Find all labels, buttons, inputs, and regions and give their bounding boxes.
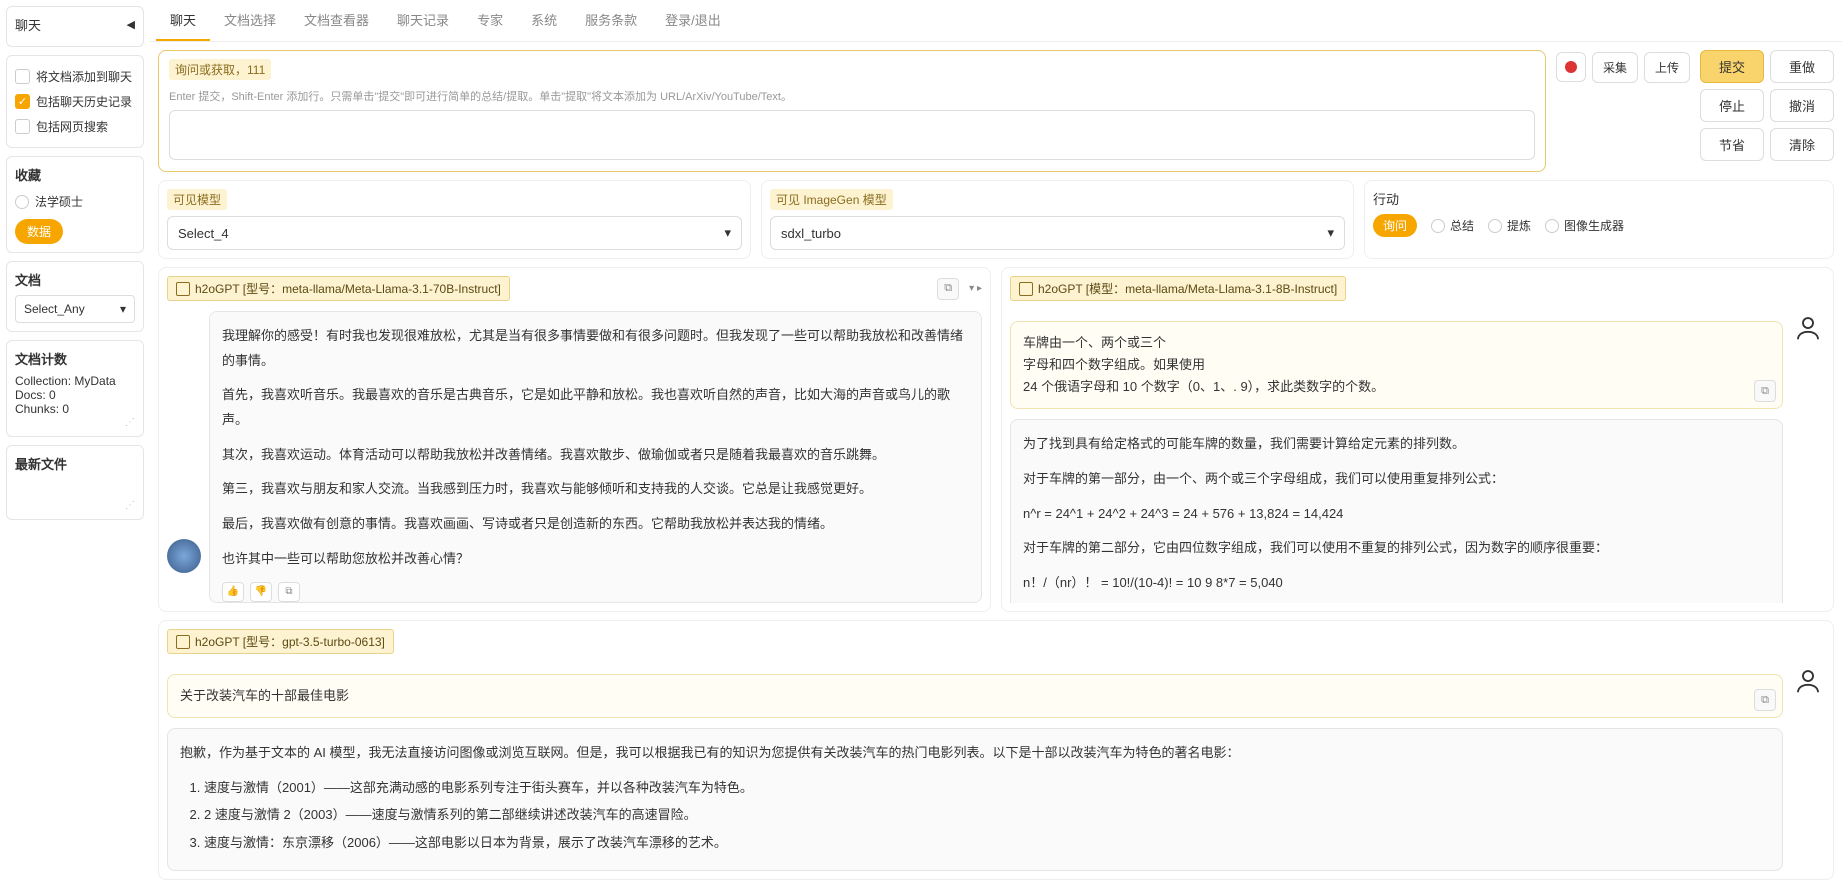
redo-button[interactable]: 重做 (1770, 50, 1834, 83)
resize-handle[interactable]: ⋰ (15, 416, 135, 428)
main-tabs: 聊天 文档选择 文档查看器 聊天记录 专家 系统 服务条款 登录/退出 (150, 0, 1842, 42)
save-button[interactable]: 节省 (1700, 128, 1764, 161)
radio-llm[interactable]: 法学硕士 (15, 190, 135, 213)
model-tag-2: h2oGPT [模型：meta-llama/Meta-Llama-3.1-8B-… (1010, 276, 1346, 301)
tab-doc-select[interactable]: 文档选择 (210, 0, 290, 41)
thumbs-up-icon[interactable]: 👍 (222, 582, 244, 602)
main-input[interactable] (169, 110, 1535, 160)
copy-icon[interactable]: ⧉ (1754, 689, 1776, 711)
imagegen-select[interactable]: sdxl_turbo▾ (770, 216, 1345, 250)
chat-panel-1: h2oGPT [型号：meta-llama/Meta-Llama-3.1-70B… (158, 267, 991, 612)
action-ask[interactable]: 询问 (1373, 214, 1417, 237)
actions-label: 行动 (1373, 192, 1399, 207)
doc-count-title: 文档计数 (15, 349, 135, 368)
tab-chat-history[interactable]: 聊天记录 (383, 0, 463, 41)
chunks-line: Chunks: 0 (15, 402, 135, 416)
stop-button[interactable]: 停止 (1700, 89, 1764, 122)
chevron-down-icon: ▾ (724, 225, 731, 241)
docs-line: Docs: 0 (15, 388, 135, 402)
visible-model-select[interactable]: Select_4▾ (167, 216, 742, 250)
docs-title: 文档 (15, 270, 135, 289)
copy-icon[interactable]: ⧉ (1754, 380, 1776, 402)
user-avatar (1791, 664, 1825, 698)
clear-button[interactable]: 清除 (1770, 128, 1834, 161)
collect-button[interactable]: 采集 (1592, 52, 1638, 83)
favorites-title: 收藏 (15, 165, 135, 184)
tab-tos[interactable]: 服务条款 (571, 0, 651, 41)
record-button[interactable] (1556, 52, 1586, 82)
tab-expert[interactable]: 专家 (463, 0, 517, 41)
user-avatar (1791, 311, 1825, 345)
chat-icon (176, 635, 190, 649)
copy-button[interactable]: ⧉ (937, 278, 959, 300)
tab-doc-viewer[interactable]: 文档查看器 (290, 0, 383, 41)
resize-handle[interactable]: ⋰ (15, 499, 135, 511)
action-imagegen[interactable]: 图像生成器 (1545, 217, 1624, 234)
input-hint: Enter 提交，Shift-Enter 添加行。只需单击"提交"即可进行简单的… (169, 88, 1535, 104)
docs-select[interactable]: Select_Any▾ (15, 295, 135, 323)
record-icon (1565, 61, 1577, 73)
collapse-icon: ◀ (127, 18, 135, 31)
undo-button[interactable]: 撤消 (1770, 89, 1834, 122)
tab-login[interactable]: 登录/退出 (651, 0, 735, 41)
tab-system[interactable]: 系统 (517, 0, 571, 41)
bot-avatar (167, 539, 201, 573)
model-tag-1: h2oGPT [型号：meta-llama/Meta-Llama-3.1-70B… (167, 276, 510, 301)
bot-message-3: 抱歉，作为基于文本的 AI 模型，我无法直接访问图像或浏览互联网。但是，我可以根… (167, 728, 1783, 871)
action-refine[interactable]: 提炼 (1488, 217, 1531, 234)
dropdown-icon: ▾ (120, 302, 126, 316)
copy-icon[interactable]: ⧉ (278, 582, 300, 602)
action-summarize[interactable]: 总结 (1431, 217, 1474, 234)
chat-panel-2: h2oGPT [模型：meta-llama/Meta-Llama-3.1-8B-… (1001, 267, 1834, 612)
check-add-doc[interactable]: 将文档添加到聊天 (15, 64, 135, 89)
upload-button[interactable]: 上传 (1644, 52, 1690, 83)
model-tag-3: h2oGPT [型号：gpt-3.5-turbo-0613] (167, 629, 394, 654)
chat-icon (176, 282, 190, 296)
check-web-search[interactable]: 包括网页搜索 (15, 114, 135, 139)
input-label: 询问或获取，111 (169, 59, 271, 80)
visible-model-label: 可见模型 (167, 189, 227, 210)
collection-line: Collection: MyData (15, 374, 135, 388)
thumbs-down-icon[interactable]: 👎 (250, 582, 272, 602)
bot-message-2: 为了找到具有给定格式的可能车牌的数量，我们需要计算给定元素的排列数。 对于车牌的… (1010, 419, 1783, 603)
latest-title: 最新文件 (15, 454, 135, 473)
submit-button[interactable]: 提交 (1700, 50, 1764, 83)
user-message-2: 车牌由一个、两个或三个 字母和四个数字组成。如果使用 24 个俄语字母和 10 … (1010, 321, 1783, 409)
chat-panel-3: h2oGPT [型号：gpt-3.5-turbo-0613] 关于改装汽车的十部… (158, 620, 1834, 880)
sidebar-header-label: 聊天 (15, 15, 41, 34)
bot-message-1: 我理解你的感受！有时我也发现很难放松，尤其是当有很多事情要做和有很多问题时。但我… (209, 311, 982, 603)
check-include-history[interactable]: ✓包括聊天历史记录 (15, 89, 135, 114)
chat-icon (1019, 282, 1033, 296)
data-button[interactable]: 数据 (15, 219, 63, 244)
imagegen-label: 可见 ImageGen 模型 (770, 189, 893, 210)
tab-chat[interactable]: 聊天 (156, 0, 210, 41)
chevron-down-icon: ▾ (1327, 225, 1334, 241)
user-message-3: 关于改装汽车的十部最佳电影 ⧉ (167, 674, 1783, 718)
more-icon[interactable]: ▾ ▸ (969, 283, 982, 294)
sidebar-chat-header[interactable]: 聊天 ◀ (15, 15, 135, 34)
